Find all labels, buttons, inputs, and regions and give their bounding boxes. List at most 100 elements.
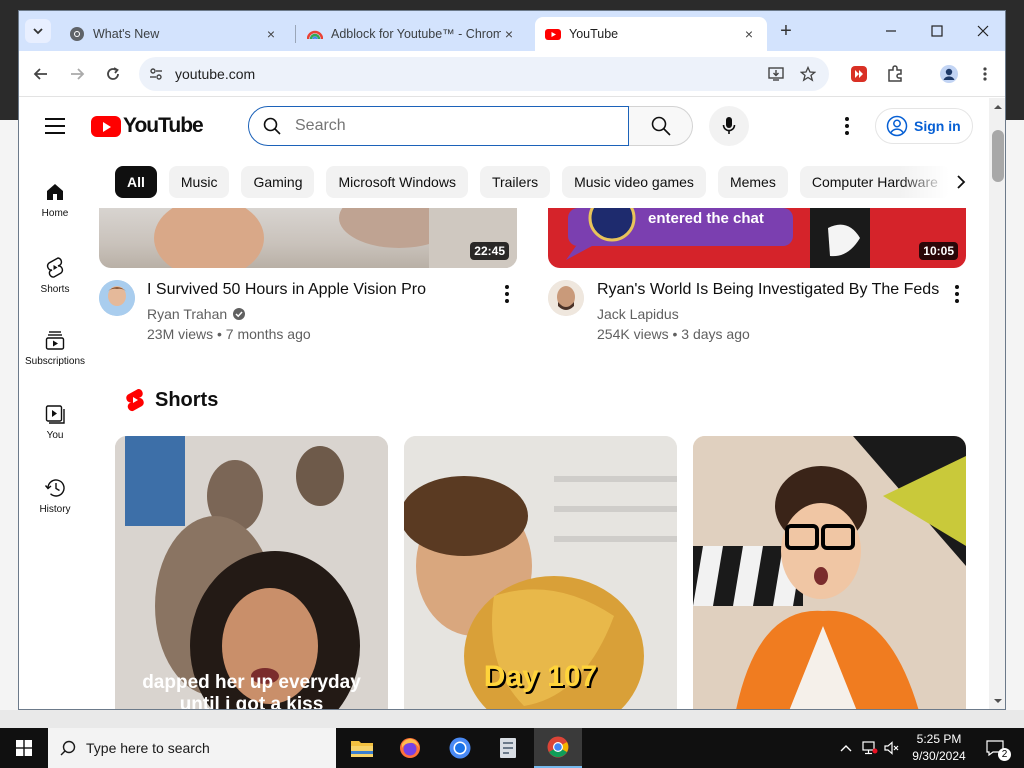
sidebar-item-label: History bbox=[39, 504, 71, 515]
sidebar-item-subscriptions[interactable]: Subscriptions bbox=[19, 316, 91, 386]
video-more-icon[interactable] bbox=[497, 282, 517, 306]
short-caption: dapped her up everyday bbox=[142, 672, 361, 693]
menu-icon[interactable] bbox=[45, 118, 65, 134]
history-icon bbox=[44, 479, 65, 497]
volume-muted-icon bbox=[884, 741, 899, 755]
chip-microsoft-windows[interactable]: Microsoft Windows bbox=[326, 166, 468, 198]
puzzle-icon bbox=[888, 65, 902, 82]
folder-icon bbox=[351, 741, 373, 757]
video-duration: 22:45 bbox=[470, 242, 509, 260]
youtube-page: YouTube Sign in Home bbox=[19, 98, 1005, 709]
video-thumbnail[interactable]: entered the chat 10:05 bbox=[548, 208, 966, 268]
windows-logo-icon bbox=[16, 740, 32, 756]
chip-gaming[interactable]: Gaming bbox=[241, 166, 315, 198]
filter-chip-bar: All Music Gaming Microsoft Windows Trailers M… bbox=[115, 166, 975, 198]
video-meta: 254K views • 3 days ago bbox=[597, 326, 750, 342]
scroll-thumb[interactable] bbox=[992, 130, 1004, 182]
file-explorer-button[interactable] bbox=[338, 728, 386, 768]
scroll-up-icon[interactable] bbox=[993, 102, 1003, 112]
youtube-logo[interactable]: YouTube bbox=[91, 114, 204, 138]
channel-name-text: Ryan Trahan bbox=[147, 306, 228, 322]
subscriptions-icon bbox=[45, 331, 65, 350]
shorts-section-header: Shorts bbox=[125, 388, 218, 412]
short-card[interactable] bbox=[693, 436, 966, 709]
chrome-menu-button[interactable] bbox=[973, 62, 997, 86]
search-icon bbox=[263, 117, 281, 135]
tab-search-button[interactable] bbox=[25, 19, 51, 43]
tab-adblock[interactable]: Adblock for Youtube™ - Chrome × bbox=[297, 17, 527, 51]
chrome-taskbar-button[interactable] bbox=[534, 728, 582, 768]
channel-name[interactable]: Ryan Trahan bbox=[147, 306, 246, 322]
site-info-icon[interactable] bbox=[147, 65, 165, 83]
windows-taskbar: Type here to search 5:25 PM 9/30/2024 2 bbox=[0, 728, 1024, 768]
chip-music[interactable]: Music bbox=[168, 166, 230, 198]
logo-text: YouTube bbox=[123, 114, 204, 137]
channel-name[interactable]: Jack Lapidus bbox=[597, 306, 679, 322]
address-bar[interactable]: youtube.com bbox=[139, 57, 829, 91]
profile-button[interactable] bbox=[937, 62, 961, 86]
chip-memes[interactable]: Memes bbox=[717, 166, 788, 198]
start-button[interactable] bbox=[0, 728, 48, 768]
close-tab-icon[interactable]: × bbox=[741, 26, 757, 42]
chip-trailers[interactable]: Trailers bbox=[479, 166, 551, 198]
scroll-down-icon[interactable] bbox=[993, 696, 1003, 706]
sidebar-item-shorts[interactable]: Shorts bbox=[19, 242, 91, 312]
adblock-extension-button[interactable] bbox=[847, 62, 871, 86]
voice-search-button[interactable] bbox=[709, 106, 749, 146]
search-button[interactable] bbox=[629, 106, 693, 146]
settings-more-icon[interactable] bbox=[837, 114, 857, 138]
tab-youtube[interactable]: YouTube × bbox=[535, 17, 767, 51]
search-box[interactable] bbox=[248, 106, 629, 146]
chromium-button[interactable] bbox=[436, 728, 484, 768]
reload-button[interactable] bbox=[101, 62, 125, 86]
tab-whats-new[interactable]: What's New × bbox=[59, 17, 289, 51]
channel-avatar[interactable] bbox=[548, 280, 584, 316]
microphone-icon bbox=[722, 117, 736, 134]
extensions-button[interactable] bbox=[883, 62, 907, 86]
close-tab-icon[interactable]: × bbox=[501, 26, 517, 42]
sidebar-item-history[interactable]: History bbox=[19, 464, 91, 534]
sidebar-item-home[interactable]: Home bbox=[19, 168, 91, 238]
short-card[interactable]: dapped her up everyday until i got a kis… bbox=[115, 436, 388, 709]
verified-badge-icon bbox=[233, 308, 246, 320]
video-title[interactable]: Ryan's World Is Being Investigated By Th… bbox=[597, 281, 939, 299]
chrome-icon bbox=[70, 27, 84, 41]
close-window-button[interactable] bbox=[960, 17, 1005, 45]
back-button[interactable] bbox=[29, 62, 53, 86]
notifications-button[interactable]: 2 bbox=[980, 728, 1011, 768]
minimize-icon bbox=[886, 30, 896, 32]
video-more-icon[interactable] bbox=[947, 282, 967, 306]
browser-toolbar: youtube.com bbox=[19, 51, 1005, 97]
sidebar-item-you[interactable]: You bbox=[19, 390, 91, 460]
chip-all[interactable]: All bbox=[115, 166, 157, 198]
minimize-button[interactable] bbox=[868, 17, 914, 45]
show-hidden-icons-button[interactable] bbox=[836, 728, 856, 768]
install-app-icon[interactable] bbox=[767, 65, 785, 83]
video-thumbnail[interactable]: 22:45 bbox=[99, 208, 517, 268]
taskbar-search-box[interactable]: Type here to search bbox=[48, 728, 336, 768]
channel-avatar[interactable] bbox=[99, 280, 135, 316]
system-clock[interactable]: 5:25 PM 9/30/2024 bbox=[900, 731, 978, 765]
chip-music-video-games[interactable]: Music video games bbox=[562, 166, 706, 198]
video-title[interactable]: I Survived 50 Hours in Apple Vision Pro bbox=[147, 281, 426, 299]
new-tab-button[interactable]: + bbox=[775, 21, 797, 43]
sidebar-item-label: Subscriptions bbox=[24, 356, 86, 367]
maximize-button[interactable] bbox=[914, 17, 960, 45]
forward-button[interactable] bbox=[65, 62, 89, 86]
firefox-button[interactable] bbox=[386, 728, 434, 768]
close-tab-icon[interactable]: × bbox=[263, 26, 279, 42]
bookmark-star-icon[interactable] bbox=[799, 65, 817, 83]
volume-button[interactable] bbox=[882, 728, 902, 768]
network-button[interactable] bbox=[860, 728, 880, 768]
search-input[interactable] bbox=[295, 115, 595, 137]
sidebar-item-label: Shorts bbox=[40, 284, 70, 295]
chrome-window: What's New × Adblock for Youtube™ - Chro… bbox=[18, 10, 1006, 710]
short-card[interactable]: Day 107 bbox=[404, 436, 677, 709]
chips-next-button[interactable] bbox=[949, 166, 973, 198]
arrow-left-icon bbox=[33, 68, 47, 80]
page-scrollbar[interactable] bbox=[989, 98, 1005, 709]
sign-in-button[interactable]: Sign in bbox=[875, 108, 973, 144]
app-button[interactable] bbox=[484, 728, 532, 768]
more-vertical-icon bbox=[983, 67, 987, 81]
short-thumbnail-image bbox=[693, 436, 966, 709]
